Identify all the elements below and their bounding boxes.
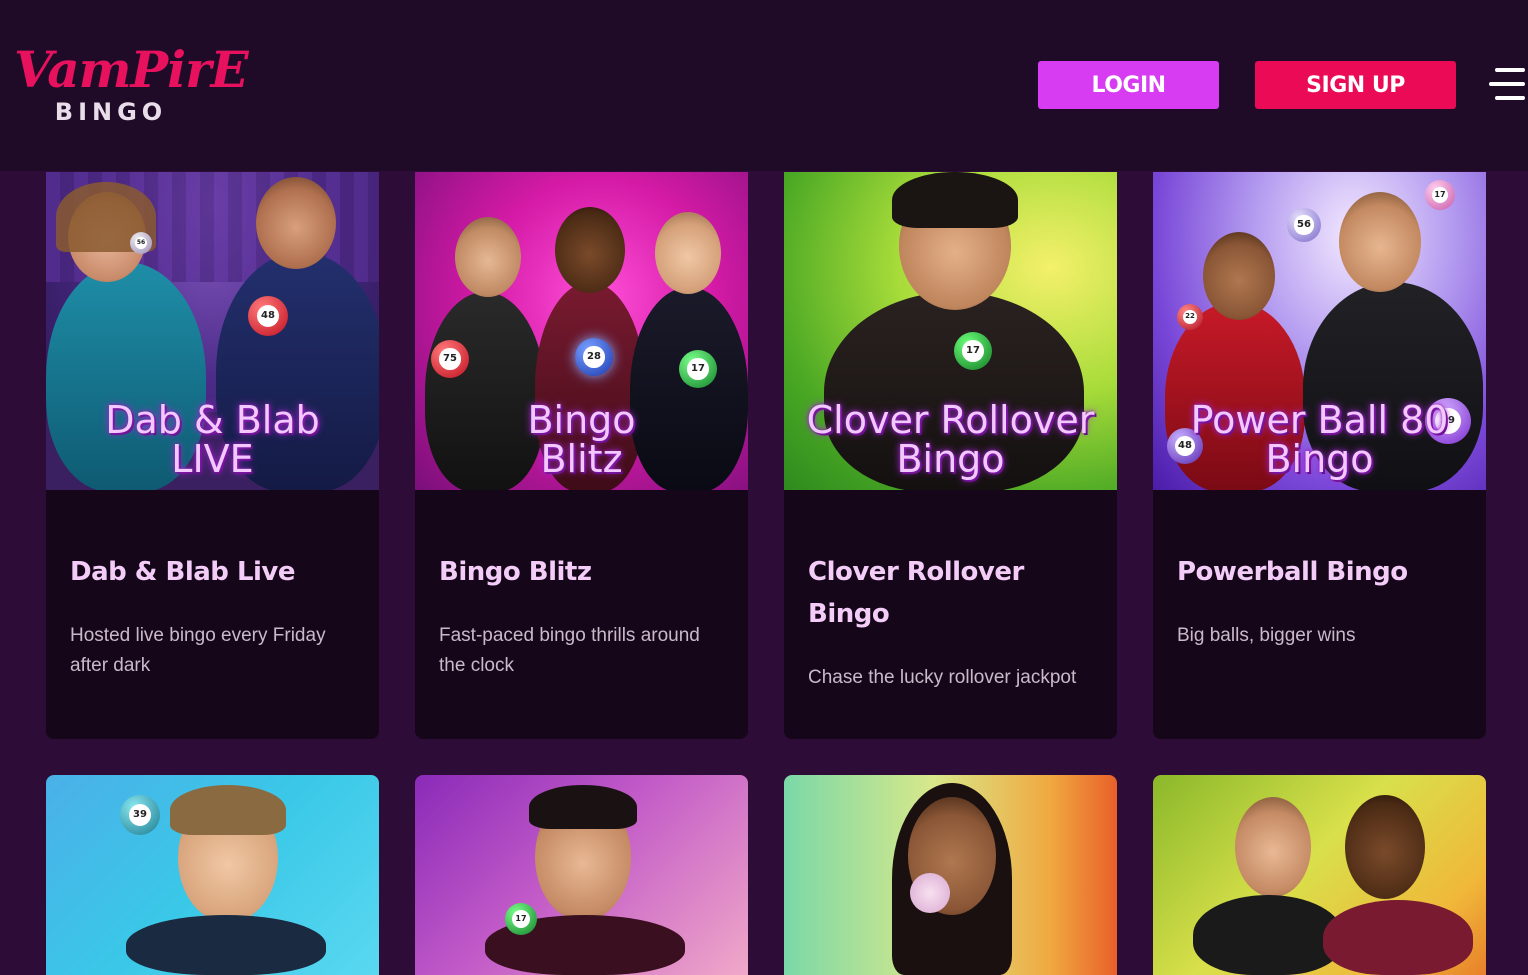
site-header: VamPirE BINGO LOGIN SIGN UP [0,0,1528,171]
bingo-ball-icon: 48 [248,296,288,336]
thumbnail-title: Dab & Blab LIVE [105,398,320,481]
logo-wordmark-top: VamPirE [14,40,249,99]
game-title[interactable]: Clover Rollover Bingo [808,551,1098,635]
bingo-ball-icon: 56 [130,232,152,254]
game-title[interactable]: Powerball Bingo [1177,551,1467,593]
game-card[interactable]: 39 [46,775,379,975]
game-card[interactable]: 17 [415,775,748,975]
game-card-bingo-blitz[interactable]: 75 28 17 Bingo Blitz Bingo Blitz Fast-pa… [415,172,748,739]
game-description: Chase the lucky rollover jackpot [808,667,1077,688]
thumbnail-title: Clover Rollover Bingo [806,398,1095,481]
thumbnail-title: Power Ball 80 Bingo [1190,398,1449,481]
game-thumbnail[interactable]: 17 Clover Rollover Bingo [784,172,1117,490]
bingo-ball-icon: 75 [431,340,469,378]
game-thumbnail[interactable]: 48 56 Dab & Blab LIVE [46,172,379,490]
game-thumbnail[interactable]: 39 [46,775,379,975]
game-card-powerball[interactable]: 56 17 22 48 39 Power Ball 80 Bingo Power… [1153,172,1486,739]
vampire-bingo-logo[interactable]: VamPirE BINGO [14,40,249,130]
game-thumbnail[interactable] [784,775,1117,975]
game-thumbnail[interactable] [1153,775,1486,975]
logo-wordmark-bottom: BINGO [54,98,168,126]
bingo-ball-icon: 17 [954,332,992,370]
game-thumbnail[interactable]: 17 [415,775,748,975]
game-title[interactable]: Bingo Blitz [439,551,729,593]
bingo-ball-icon: 17 [505,903,537,935]
bingo-ball-icon: 17 [1425,180,1455,210]
game-description: Hosted live bingo every Friday after dar… [70,625,326,676]
game-card[interactable] [1153,775,1486,975]
bingo-ball-icon: 28 [575,338,613,376]
thumbnail-title: Bingo Blitz [527,398,636,481]
game-description: Big balls, bigger wins [1177,625,1356,646]
game-card-clover-rollover[interactable]: 17 Clover Rollover Bingo Clover Rollover… [784,172,1117,739]
game-card[interactable] [784,775,1117,975]
game-description: Fast-paced bingo thrills around the cloc… [439,625,700,676]
bingo-ball-icon: 39 [120,795,160,835]
game-thumbnail[interactable]: 75 28 17 Bingo Blitz [415,172,748,490]
login-button[interactable]: LOGIN [1038,61,1219,109]
hamburger-menu-icon[interactable] [1489,68,1525,102]
sign-up-button[interactable]: SIGN UP [1255,61,1456,109]
bingo-ball-icon: 22 [1177,304,1203,330]
game-card-dab-blab[interactable]: 48 56 Dab & Blab LIVE Dab & Blab Live Ho… [46,172,379,739]
bingo-ball-icon: 17 [679,350,717,388]
game-thumbnail[interactable]: 56 17 22 48 39 Power Ball 80 Bingo [1153,172,1486,490]
game-title[interactable]: Dab & Blab Live [70,551,360,593]
bingo-ball-icon: 56 [1287,208,1321,242]
